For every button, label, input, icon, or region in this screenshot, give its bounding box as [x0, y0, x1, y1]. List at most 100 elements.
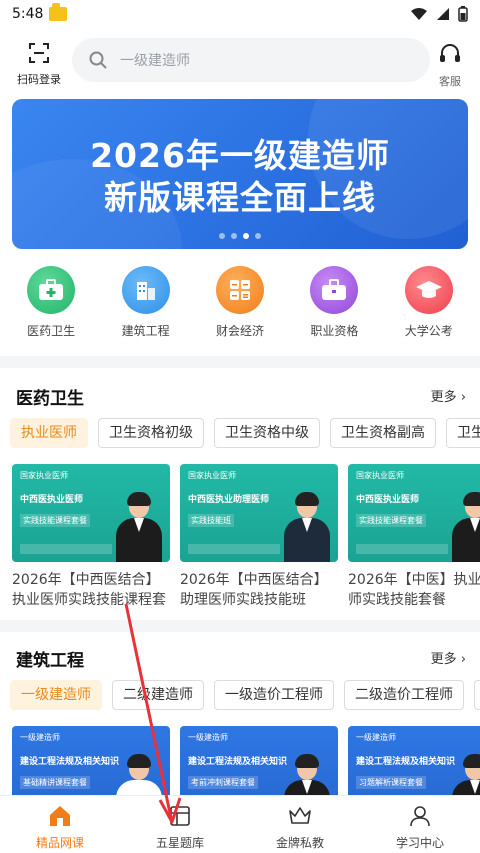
- category-finance[interactable]: 财会经济: [195, 266, 285, 346]
- category-grid: 医药卫生 建筑工程 财会经济 职业资格 大学公考: [0, 266, 480, 346]
- category-label: 职业资格: [310, 324, 359, 338]
- thumb-main-text: 建设工程法规及相关知识: [188, 757, 288, 767]
- medical-kit-icon: [27, 266, 76, 314]
- crown-icon: [289, 807, 311, 824]
- more-link-medical[interactable]: 更多 ›: [431, 386, 466, 405]
- chip[interactable]: 卫生资格中级: [214, 418, 320, 448]
- chip[interactable]: 卫生资格副高: [330, 418, 436, 448]
- subcategory-chips-medical: 执业医师 卫生资格初级 卫生资格中级 卫生资格副高 卫生: [10, 418, 480, 448]
- section-divider: [0, 356, 480, 368]
- banner-dot[interactable]: [255, 233, 261, 239]
- course-title: 2026年【中医】执业医师实践技能套餐: [348, 572, 480, 608]
- banner-dot-active[interactable]: [243, 233, 249, 239]
- user-icon: [410, 806, 430, 827]
- section-divider: [0, 620, 480, 632]
- chip[interactable]: 一级造价工程师: [214, 680, 334, 710]
- promo-banner[interactable]: 2026年一级建造师 新版课程全面上线: [12, 99, 468, 249]
- thumb-sub-text: 习题解析课程套餐: [356, 776, 426, 789]
- scan-login-button[interactable]: 扫码登录: [16, 40, 62, 87]
- chip-active[interactable]: 执业医师: [10, 418, 88, 448]
- briefcase-icon: [310, 266, 359, 314]
- more-link-construction[interactable]: 更多 ›: [431, 648, 466, 667]
- thumb-main-text: 中西医执业医师: [20, 495, 84, 505]
- banner-line-2: 新版课程全面上线: [104, 178, 376, 217]
- section-title-medical: 医药卫生: [16, 389, 84, 409]
- nav-label: 精品网课: [35, 836, 84, 850]
- course-thumbnail: 国家执业医师 中西医执业助理医师 实践技能班: [180, 464, 338, 562]
- chip[interactable]: 二级建造师: [112, 680, 204, 710]
- category-construction[interactable]: 建筑工程: [101, 266, 191, 346]
- teacher-photo: [284, 492, 330, 562]
- thumb-top-text: 国家执业医师: [188, 471, 236, 480]
- course-title: 2026年【中西医结合】执业医师实践技能课程套餐: [12, 572, 166, 608]
- category-label: 医药卫生: [27, 324, 76, 338]
- thumb-sub-text: 实践技能课程套餐: [356, 514, 426, 527]
- thumb-sub-text: 实践技能课程套餐: [20, 514, 90, 527]
- thumb-main-text: 中西医执业助理医师: [188, 495, 270, 505]
- chevron-right-icon: ›: [460, 652, 466, 667]
- thumb-top-text: 一级建造师: [20, 733, 60, 742]
- scan-login-label: 扫码登录: [17, 73, 61, 86]
- course-cards-medical: 国家执业医师 中西医执业医师 实践技能课程套餐 2026年【中西医结合】执业医师…: [12, 464, 480, 610]
- chevron-right-icon: ›: [460, 390, 466, 405]
- category-label: 建筑工程: [121, 324, 170, 338]
- subcategory-chips-construction: 一级建造师 二级建造师 一级造价工程师 二级造价工程师: [10, 680, 480, 710]
- chip-active[interactable]: 一级建造师: [10, 680, 102, 710]
- thumb-main-text: 建设工程法规及相关知识: [20, 757, 120, 767]
- headset-icon: [440, 44, 460, 62]
- banner-dot[interactable]: [231, 233, 237, 239]
- banner-line-1: 2026年一级建造师: [90, 136, 390, 175]
- course-card[interactable]: 国家执业医师 中西医执业助理医师 实践技能班 2026年【中西医结合】助理医师实…: [180, 464, 338, 610]
- status-time: 5:48: [12, 6, 44, 22]
- customer-service-label: 客服: [439, 75, 461, 88]
- more-label: 更多: [430, 390, 457, 405]
- chip[interactable]: 卫生: [446, 418, 480, 448]
- course-card[interactable]: 国家执业医师 中西医执业医师 实践技能课程套餐 2026年【中西医结合】执业医师…: [12, 464, 170, 610]
- chip[interactable]: 二级造价工程师: [344, 680, 464, 710]
- chip[interactable]: [474, 680, 480, 710]
- question-bank-icon: [170, 806, 190, 826]
- search-placeholder: 一级建造师: [120, 53, 190, 69]
- wifi-icon: [411, 8, 427, 20]
- category-university[interactable]: 大学公考: [384, 266, 474, 346]
- teacher-photo: [452, 492, 480, 562]
- course-title: 2026年【中西医结合】助理医师实践技能班: [180, 572, 328, 608]
- section-title-construction: 建筑工程: [16, 651, 84, 671]
- nav-item-question-bank[interactable]: 五星题库: [120, 796, 240, 853]
- chip[interactable]: 卫生资格初级: [98, 418, 204, 448]
- course-card[interactable]: 国家执业医师 中西医执业医师 实践技能课程套餐 2026年【中医】执业医师实践技…: [348, 464, 480, 610]
- scan-icon: [29, 43, 49, 63]
- graduation-cap-icon: [404, 266, 453, 314]
- home-icon: [50, 806, 70, 826]
- nav-label: 金牌私教: [275, 836, 324, 850]
- banner-dot[interactable]: [219, 233, 225, 239]
- bottom-navigation: 精品网课 五星题库 金牌私教 学习中心: [0, 795, 480, 853]
- status-bar: 5:48: [0, 0, 480, 28]
- category-label: 大学公考: [404, 324, 453, 338]
- nav-item-courses[interactable]: 精品网课: [0, 796, 120, 853]
- search-input[interactable]: 一级建造师: [72, 38, 430, 82]
- thumb-sub-text: 考前冲刺课程套餐: [188, 776, 258, 789]
- thumb-strip: [356, 544, 448, 554]
- customer-service-button[interactable]: 客服: [430, 40, 470, 89]
- thumb-strip: [188, 544, 280, 554]
- nav-label: 五星题库: [155, 836, 204, 850]
- search-icon: [89, 51, 107, 69]
- nav-item-private-tutor[interactable]: 金牌私教: [240, 796, 360, 853]
- banner-pagination: [219, 233, 261, 239]
- battery-icon: [458, 6, 468, 22]
- notification-app-icon: [49, 3, 68, 21]
- building-icon: [121, 266, 170, 314]
- thumb-top-text: 一级建造师: [188, 733, 228, 742]
- category-vocational[interactable]: 职业资格: [289, 266, 379, 346]
- thumb-top-text: 一级建造师: [356, 733, 396, 742]
- thumb-top-text: 国家执业医师: [20, 471, 68, 480]
- thumb-sub-text: 基础精讲课程套餐: [20, 776, 90, 789]
- course-thumbnail: 国家执业医师 中西医执业医师 实践技能课程套餐: [348, 464, 480, 562]
- category-label: 财会经济: [215, 324, 264, 338]
- category-medical[interactable]: 医药卫生: [6, 266, 96, 346]
- nav-label: 学习中心: [395, 836, 444, 850]
- teacher-photo: [116, 492, 162, 562]
- thumb-top-text: 国家执业医师: [356, 471, 404, 480]
- nav-item-learning-center[interactable]: 学习中心: [360, 796, 480, 853]
